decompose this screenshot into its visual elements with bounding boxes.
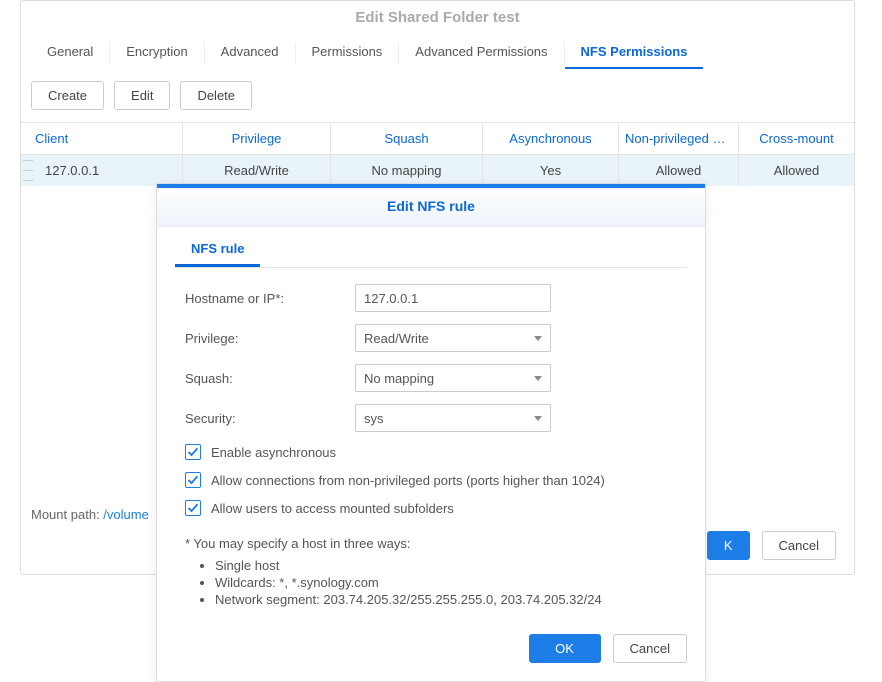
note-intro: * You may specify a host in three ways:: [185, 536, 677, 551]
toolbar: Create Edit Delete: [21, 69, 854, 122]
tabs: General Encryption Advanced Permissions …: [21, 36, 854, 69]
edit-button[interactable]: Edit: [114, 81, 170, 110]
mount-path-label: Mount path:: [31, 507, 103, 522]
tab-encryption[interactable]: Encryption: [110, 36, 203, 69]
label-allow-subfolders: Allow users to access mounted subfolders: [211, 501, 454, 516]
cell-squash: No mapping: [331, 155, 483, 186]
mount-path-value: /volume: [103, 507, 149, 522]
chevron-down-icon: [534, 376, 542, 381]
squash-select[interactable]: No mapping: [355, 364, 551, 392]
tab-nfs-permissions[interactable]: NFS Permissions: [565, 36, 704, 69]
checkbox-allow-nonpriv[interactable]: [185, 472, 201, 488]
hostname-input[interactable]: [355, 284, 551, 312]
check-icon: [187, 446, 199, 458]
squash-value: No mapping: [364, 371, 434, 386]
label-squash: Squash:: [185, 371, 355, 386]
cell-client-value: 127.0.0.1: [45, 163, 99, 178]
note-item-single: Single host: [215, 557, 677, 574]
row-security: Security: sys: [157, 398, 705, 438]
host-spec-note: * You may specify a host in three ways: …: [157, 522, 705, 612]
cancel-button[interactable]: Cancel: [762, 531, 836, 560]
col-client[interactable]: Client: [21, 123, 183, 154]
cell-asynchronous: Yes: [483, 155, 619, 186]
note-item-network: Network segment: 203.74.205.32/255.255.2…: [215, 591, 677, 608]
ok-button[interactable]: OK: [529, 634, 601, 663]
table-header-row: Client Privilege Squash Asynchronous Non…: [21, 122, 854, 155]
col-cross-mount[interactable]: Cross-mount: [739, 123, 854, 154]
security-value: sys: [364, 411, 384, 426]
check-icon: [187, 502, 199, 514]
sub-dialog-title: Edit NFS rule: [157, 188, 705, 227]
tab-advanced[interactable]: Advanced: [205, 36, 295, 69]
check-icon: [187, 474, 199, 486]
checkbox-allow-subfolders[interactable]: [185, 500, 201, 516]
mount-path: Mount path: /volume: [31, 507, 149, 522]
chevron-down-icon: [534, 336, 542, 341]
label-enable-async: Enable asynchronous: [211, 445, 336, 460]
cell-cross-mount: Allowed: [739, 155, 854, 186]
row-allow-nonpriv: Allow connections from non-privileged po…: [157, 466, 705, 494]
tab-general[interactable]: General: [31, 36, 109, 69]
checkbox-enable-async[interactable]: [185, 444, 201, 460]
sub-dialog-buttons: OK Cancel: [157, 612, 705, 681]
cell-non-privileged: Allowed: [619, 155, 739, 186]
row-allow-subfolders: Allow users to access mounted subfolders: [157, 494, 705, 522]
sub-tabs: NFS rule: [157, 233, 705, 267]
cell-privilege: Read/Write: [183, 155, 331, 186]
row-privilege: Privilege: Read/Write: [157, 318, 705, 358]
ok-button[interactable]: K: [707, 531, 750, 560]
security-select[interactable]: sys: [355, 404, 551, 432]
col-squash[interactable]: Squash: [331, 123, 483, 154]
privilege-select[interactable]: Read/Write: [355, 324, 551, 352]
row-hostname: Hostname or IP*:: [157, 278, 705, 318]
col-asynchronous[interactable]: Asynchronous: [483, 123, 619, 154]
create-button[interactable]: Create: [31, 81, 104, 110]
tab-advanced-permissions[interactable]: Advanced Permissions: [399, 36, 563, 69]
row-enable-async: Enable asynchronous: [157, 438, 705, 466]
chevron-down-icon: [534, 416, 542, 421]
label-privilege: Privilege:: [185, 331, 355, 346]
label-allow-nonpriv: Allow connections from non-privileged po…: [211, 473, 605, 488]
note-item-wildcards: Wildcards: *, *.synology.com: [215, 574, 677, 591]
main-dialog-buttons: K Cancel: [707, 531, 836, 560]
col-non-privileged[interactable]: Non-privileged p…: [619, 123, 739, 154]
dialog-title: Edit Shared Folder test: [21, 1, 854, 36]
table-row[interactable]: ——— 127.0.0.1 Read/Write No mapping Yes …: [21, 155, 854, 186]
row-squash: Squash: No mapping: [157, 358, 705, 398]
label-hostname: Hostname or IP*:: [185, 291, 355, 306]
cancel-button[interactable]: Cancel: [613, 634, 687, 663]
cell-client: ——— 127.0.0.1: [21, 155, 183, 186]
privilege-value: Read/Write: [364, 331, 429, 346]
tab-permissions[interactable]: Permissions: [296, 36, 399, 69]
drag-handle-icon[interactable]: ———: [23, 156, 33, 186]
tab-nfs-rule[interactable]: NFS rule: [175, 233, 260, 267]
label-security: Security:: [185, 411, 355, 426]
delete-button[interactable]: Delete: [180, 81, 252, 110]
col-privilege[interactable]: Privilege: [183, 123, 331, 154]
edit-nfs-rule-dialog: Edit NFS rule NFS rule Hostname or IP*: …: [156, 183, 706, 682]
